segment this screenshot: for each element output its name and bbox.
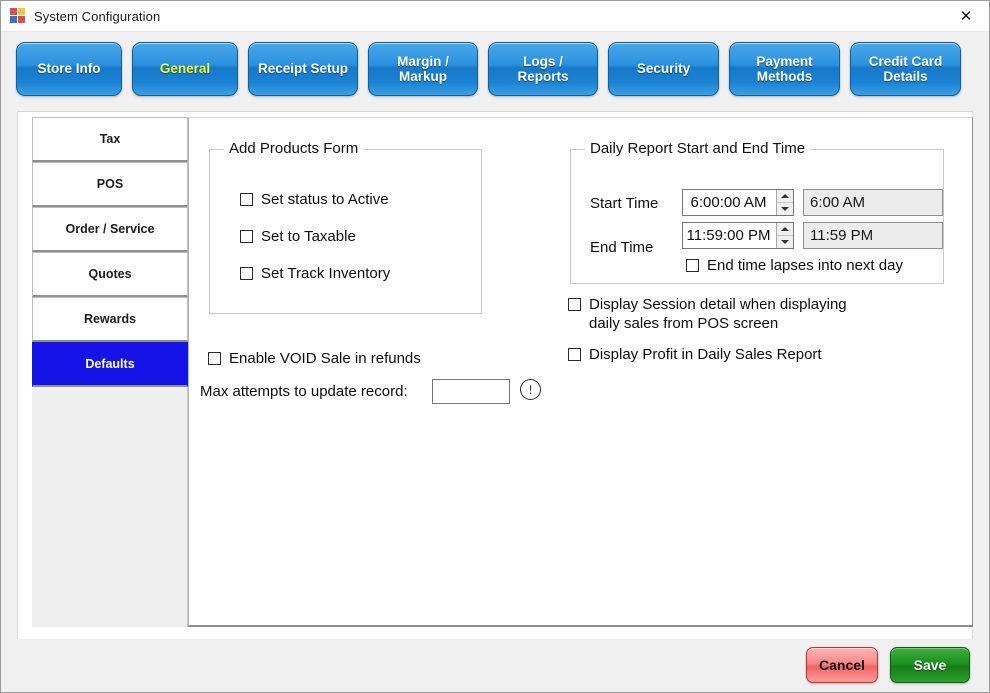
close-icon[interactable]: ✕	[943, 1, 989, 31]
end-time-spin-buttons[interactable]	[776, 223, 793, 248]
sidebar-item-quotes[interactable]: Quotes	[32, 252, 188, 297]
start-time-label: Start Time	[590, 195, 659, 212]
sidebar-item-label: Order / Service	[65, 222, 155, 236]
system-configuration-window: System Configuration ✕ Store Info Genera…	[0, 0, 990, 693]
checkbox-label: Display Session detail when displaying d…	[589, 296, 847, 333]
checkbox-label: Display Profit in Daily Sales Report	[589, 346, 822, 363]
cancel-button[interactable]: Cancel	[806, 647, 878, 683]
title-bar: System Configuration ✕	[1, 1, 989, 32]
checkbox-box[interactable]	[208, 352, 221, 365]
max-attempts-label: Max attempts to update record:	[200, 383, 408, 400]
start-time-readonly-value: 6:00 AM	[810, 194, 866, 211]
start-time-readonly: 6:00 AM	[803, 189, 943, 216]
sidebar-item-tax[interactable]: Tax	[32, 117, 188, 162]
add-products-form-title: Add Products Form	[224, 140, 364, 157]
tab-payment-methods[interactable]: Payment Methods	[729, 42, 840, 96]
tab-label: General	[159, 61, 211, 77]
app-grid-icon	[10, 8, 26, 24]
daily-report-group: Daily Report Start and End Time Start Ti…	[570, 140, 944, 284]
tab-margin-markup[interactable]: Margin / Markup	[368, 42, 478, 96]
add-products-form-group: Add Products Form Set status to Active S…	[209, 140, 482, 314]
tab-label: Payment Methods	[756, 53, 813, 84]
checkbox-box[interactable]	[240, 267, 253, 280]
checkbox-label: End time lapses into next day	[707, 257, 903, 274]
tab-label: Security	[636, 61, 691, 77]
tab-store-info[interactable]: Store Info	[16, 42, 122, 96]
end-time-label: End Time	[590, 239, 654, 256]
sidebar-item-label: Rewards	[83, 312, 137, 326]
tab-label: Logs / Reports	[517, 53, 569, 84]
checkbox-label: Set status to Active	[261, 191, 389, 208]
end-time-value: 11:59:00 PM	[686, 227, 771, 244]
start-time-value: 6:00:00 AM	[690, 194, 767, 211]
checkbox-set-track-inventory[interactable]: Set Track Inventory	[240, 264, 390, 283]
tab-strip: Store Info General Receipt Setup Margin …	[2, 32, 988, 106]
sidebar-item-defaults[interactable]: Defaults	[32, 342, 188, 387]
sidebar-item-pos[interactable]: POS	[32, 162, 188, 207]
dialog-footer: Cancel Save	[2, 639, 988, 691]
checkbox-enable-void-sale[interactable]: Enable VOID Sale in refunds	[208, 349, 421, 368]
tab-receipt-setup[interactable]: Receipt Setup	[248, 42, 358, 96]
settings-card: Tax POS Order / Service Quotes Rewards D…	[17, 111, 973, 640]
checkbox-box[interactable]	[568, 348, 581, 361]
sidebar-item-label: Tax	[99, 132, 121, 146]
settings-sidebar: Tax POS Order / Service Quotes Rewards D…	[32, 117, 188, 627]
checkbox-box[interactable]	[240, 193, 253, 206]
tab-logs-reports[interactable]: Logs / Reports	[488, 42, 598, 96]
window-title: System Configuration	[34, 8, 161, 24]
tab-credit-card-details[interactable]: Credit Card Details	[850, 42, 961, 96]
start-time-spinner[interactable]: 6:00:00 AM	[682, 189, 794, 216]
exclamation-circle-icon[interactable]: !	[520, 379, 541, 400]
checkbox-end-time-lapses[interactable]: End time lapses into next day	[686, 256, 903, 275]
cancel-button-label: Cancel	[819, 657, 865, 673]
start-time-spin-buttons[interactable]	[776, 190, 793, 215]
tab-security[interactable]: Security	[608, 42, 719, 96]
sidebar-item-rewards[interactable]: Rewards	[32, 297, 188, 342]
end-time-readonly-value: 11:59 PM	[810, 227, 874, 244]
spinner-up-icon[interactable]	[777, 223, 793, 236]
sidebar-item-label: Quotes	[88, 267, 132, 281]
checkbox-set-taxable[interactable]: Set to Taxable	[240, 227, 356, 246]
save-button-label: Save	[913, 657, 947, 673]
sidebar-item-order-service[interactable]: Order / Service	[32, 207, 188, 252]
checkbox-box[interactable]	[686, 259, 699, 272]
checkbox-box[interactable]	[568, 298, 581, 311]
tab-label: Credit Card Details	[868, 53, 943, 84]
checkbox-label: Set Track Inventory	[261, 265, 391, 282]
defaults-pane: Add Products Form Set status to Active S…	[188, 117, 973, 627]
tab-label: Receipt Setup	[257, 61, 349, 77]
spinner-down-icon[interactable]	[777, 236, 793, 248]
tab-general[interactable]: General	[132, 42, 238, 96]
checkbox-display-session-detail[interactable]: Display Session detail when displaying d…	[568, 295, 847, 333]
max-attempts-input[interactable]	[432, 379, 510, 404]
checkbox-box[interactable]	[240, 230, 253, 243]
checkbox-set-status-active[interactable]: Set status to Active	[240, 190, 389, 209]
tab-label: Store Info	[37, 61, 101, 77]
sidebar-item-label: Defaults	[85, 357, 135, 371]
end-time-spinner[interactable]: 11:59:00 PM	[682, 222, 794, 249]
sidebar-item-label: POS	[96, 177, 124, 191]
save-button[interactable]: Save	[890, 647, 970, 683]
tab-label: Margin / Markup	[397, 53, 449, 84]
spinner-up-icon[interactable]	[777, 190, 793, 203]
checkbox-display-profit[interactable]: Display Profit in Daily Sales Report	[568, 345, 822, 364]
checkbox-label: Set to Taxable	[261, 228, 356, 245]
daily-report-title: Daily Report Start and End Time	[585, 140, 811, 157]
end-time-readonly: 11:59 PM	[803, 222, 943, 249]
spinner-down-icon[interactable]	[777, 203, 793, 215]
checkbox-label: Enable VOID Sale in refunds	[229, 350, 421, 367]
